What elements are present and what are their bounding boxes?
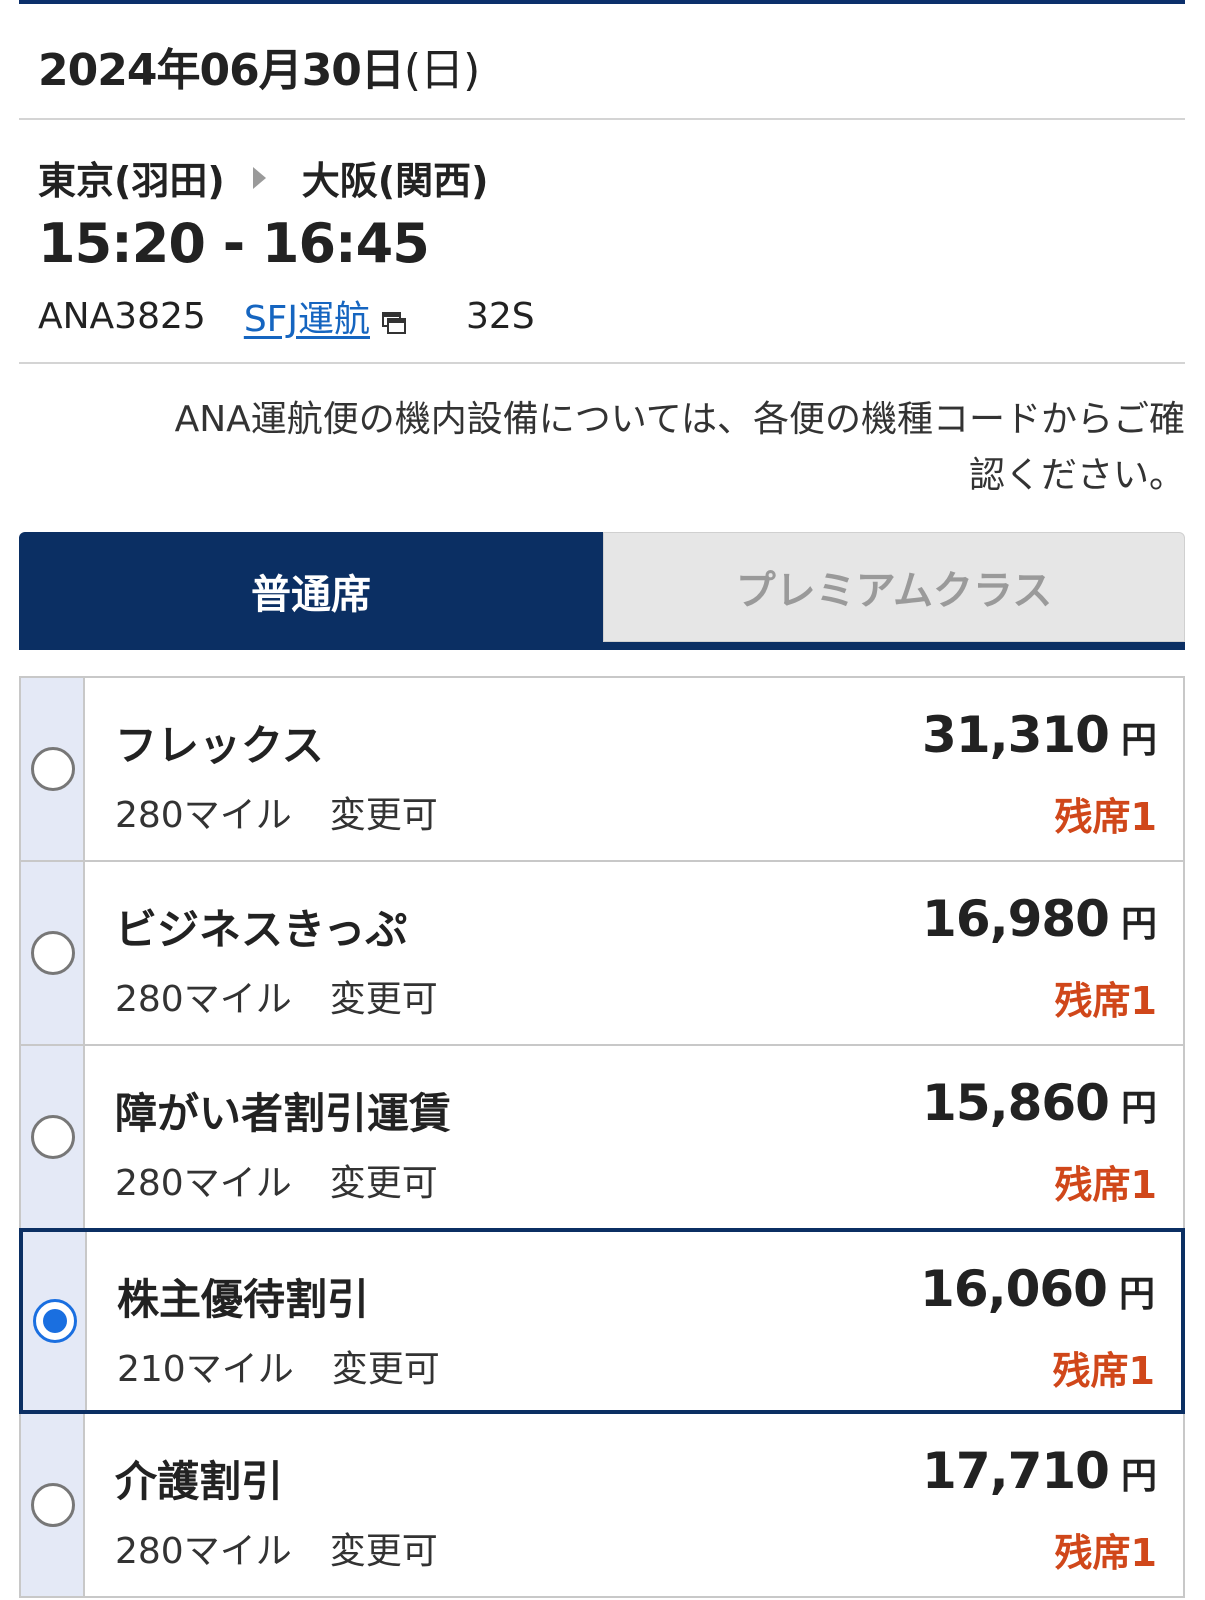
fare-name: ビジネスきっぷ [115, 905, 408, 954]
radio-column [21, 678, 85, 860]
divider [19, 362, 1185, 364]
radio-column [21, 862, 85, 1044]
notice-line-2: 認ください。 [968, 455, 1185, 496]
fare-list: フレックス 280マイル 変更可 31,310 円 残席1 ビジネスきっぷ 280マ… [19, 676, 1185, 1598]
fare-conditions: 210マイル 変更可 [117, 1340, 440, 1392]
origin-airport: 東京(羽田) [38, 159, 225, 203]
seats-remaining: 残席1 [1054, 1531, 1157, 1575]
price-amount: 15,860 [922, 1074, 1110, 1132]
flight-time: 15:20 - 16:45 [38, 212, 430, 275]
price-currency: 円 [1120, 1456, 1157, 1497]
seats-remaining: 残席1 [1052, 1349, 1155, 1393]
fare-radio-checked[interactable] [33, 1299, 77, 1343]
fare-price: 31,310 円 [922, 706, 1157, 764]
fare-change-policy: 変更可 [329, 1163, 438, 1204]
fare-row[interactable]: 障がい者割引運賃 280マイル 変更可 15,860 円 残席1 [19, 1044, 1185, 1230]
tab-economy[interactable]: 普通席 [19, 532, 603, 650]
fare-price: 17,710 円 [922, 1442, 1157, 1500]
radio-column [23, 1232, 87, 1410]
fare-miles: 210マイル [117, 1349, 294, 1390]
fare-row[interactable]: 介護割引 280マイル 変更可 17,710 円 残席1 [19, 1412, 1185, 1598]
radio-column [21, 1414, 85, 1596]
fare-miles: 280マイル [115, 1531, 292, 1572]
fare-miles: 280マイル [115, 795, 292, 836]
operator-link[interactable]: SFJ運航 [244, 290, 370, 342]
price-amount: 16,980 [922, 890, 1110, 948]
price-amount: 31,310 [922, 706, 1110, 764]
seats-remaining: 残席1 [1054, 979, 1157, 1023]
flight-number: ANA3825 [38, 295, 206, 337]
fare-price: 16,060 円 [920, 1260, 1155, 1318]
price-currency: 円 [1120, 904, 1157, 945]
triangle-right-icon [252, 166, 266, 189]
fare-conditions: 280マイル 変更可 [115, 1154, 438, 1206]
fare-radio[interactable] [31, 747, 75, 791]
fare-radio[interactable] [31, 1115, 75, 1159]
fare-miles: 280マイル [115, 1163, 292, 1204]
fare-conditions: 280マイル 変更可 [115, 970, 438, 1022]
day-of-week: (日) [403, 45, 480, 96]
fare-row[interactable]: フレックス 280マイル 変更可 31,310 円 残席1 [19, 676, 1185, 862]
fare-selection-page: 2024年06月30日(日) 東京(羽田) 大阪(関西) 15:20 - 16:… [0, 0, 1205, 1600]
date-text: 2024年06月30日 [38, 45, 405, 96]
price-amount: 17,710 [922, 1442, 1110, 1500]
fare-conditions: 280マイル 変更可 [115, 1522, 438, 1574]
cabin-class-tabs: 普通席 プレミアムクラス [19, 532, 1185, 650]
radio-column [21, 1046, 85, 1228]
aircraft-code: 32S [466, 295, 535, 337]
fare-name: 障がい者割引運賃 [115, 1089, 452, 1138]
fare-change-policy: 変更可 [331, 1349, 440, 1390]
price-currency: 円 [1120, 1088, 1157, 1129]
route: 東京(羽田) 大阪(関西) [38, 150, 489, 205]
fare-radio[interactable] [31, 1483, 75, 1527]
fare-conditions: 280マイル 変更可 [115, 786, 438, 838]
fare-change-policy: 変更可 [329, 795, 438, 836]
fare-row[interactable]: ビジネスきっぷ 280マイル 変更可 16,980 円 残席1 [19, 860, 1185, 1046]
fare-price: 16,980 円 [922, 890, 1157, 948]
price-amount: 16,060 [920, 1260, 1108, 1318]
fare-name: 株主優待割引 [117, 1275, 370, 1324]
divider [19, 118, 1185, 120]
fare-name: 介護割引 [115, 1457, 284, 1506]
fare-change-policy: 変更可 [329, 979, 438, 1020]
fare-row-selected[interactable]: 株主優待割引 210マイル 変更可 16,060 円 残席1 [19, 1228, 1185, 1414]
equipment-notice: ANA運航便の機内設備については、各便の機種コードからご確 認ください。 [38, 392, 1185, 504]
seats-remaining: 残席1 [1054, 1163, 1157, 1207]
top-rule [19, 0, 1185, 4]
fare-name: フレックス [115, 721, 324, 770]
notice-line-1: ANA運航便の機内設備については、各便の機種コードからご確 [174, 399, 1185, 440]
price-currency: 円 [1118, 1274, 1155, 1315]
seats-remaining: 残席1 [1054, 795, 1157, 839]
price-currency: 円 [1120, 720, 1157, 761]
tab-premium-class[interactable]: プレミアムクラス [603, 532, 1185, 642]
external-window-icon[interactable] [382, 312, 406, 334]
fare-miles: 280マイル [115, 979, 292, 1020]
fare-change-policy: 変更可 [329, 1531, 438, 1572]
flight-date: 2024年06月30日(日) [38, 34, 480, 98]
destination-airport: 大阪(関西) [301, 159, 489, 203]
flight-details: ANA3825 SFJ運航 32S [38, 290, 535, 342]
tabs-underline [19, 642, 1185, 650]
fare-radio[interactable] [31, 931, 75, 975]
fare-price: 15,860 円 [922, 1074, 1157, 1132]
